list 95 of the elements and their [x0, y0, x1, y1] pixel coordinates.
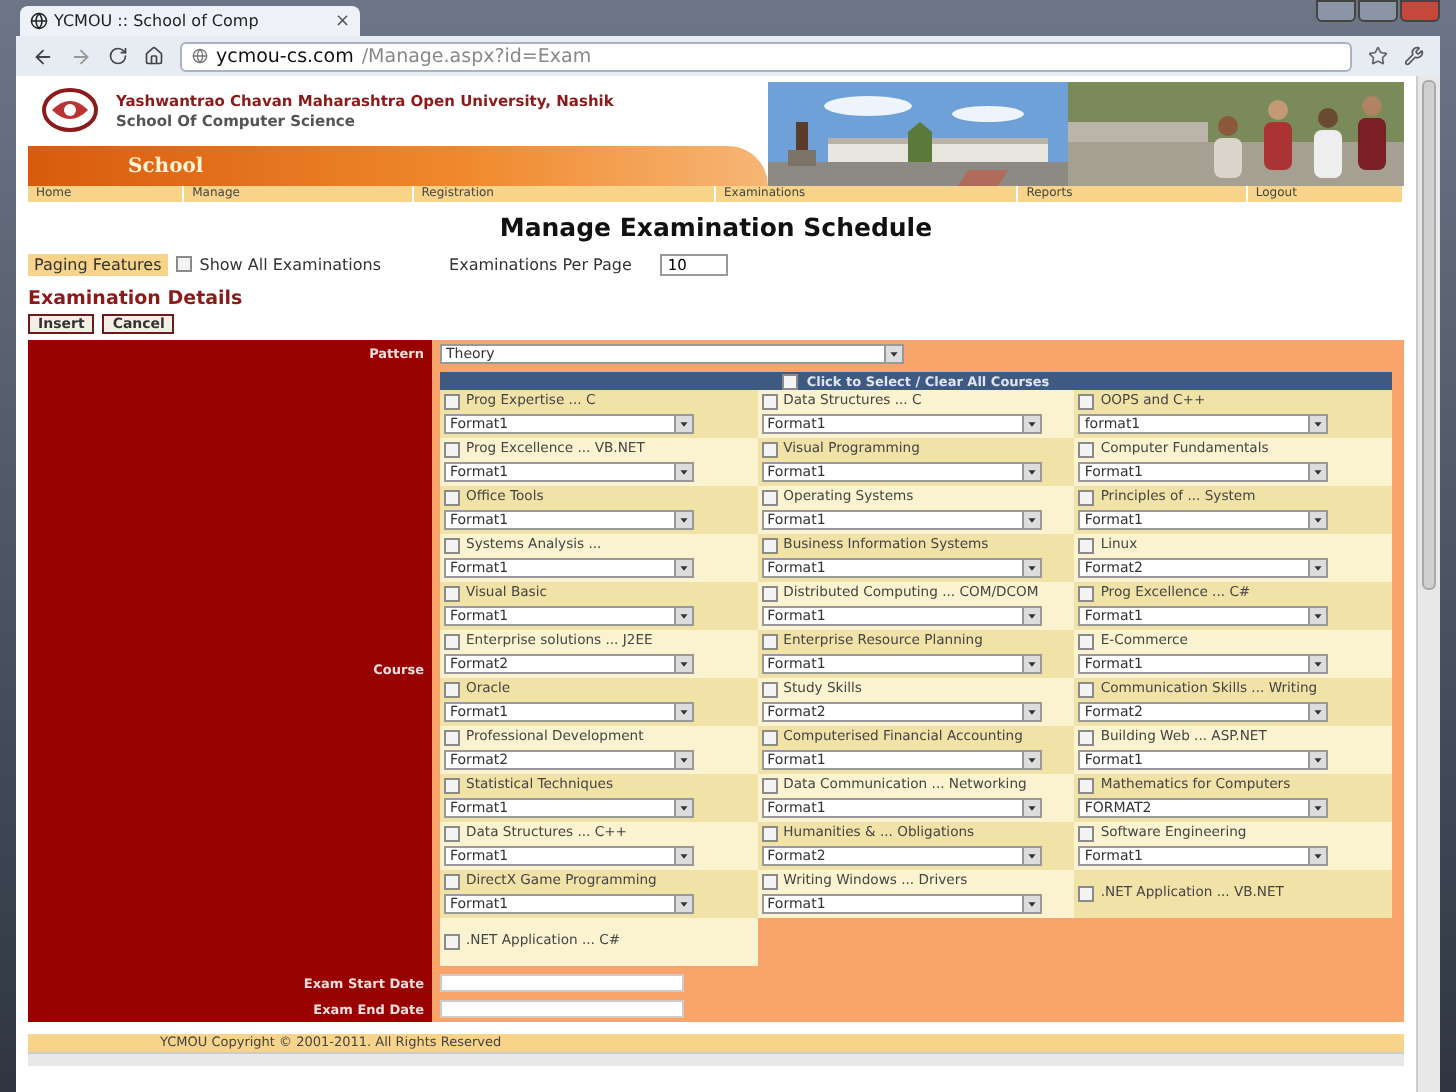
caret-icon	[1021, 464, 1040, 480]
caret-icon	[1308, 848, 1327, 864]
globe-icon	[192, 48, 208, 64]
checkbox[interactable]	[1078, 442, 1095, 458]
caret-icon	[1308, 752, 1327, 768]
checkbox[interactable]	[444, 778, 460, 794]
caret-icon	[674, 704, 692, 720]
caret-icon	[1308, 656, 1327, 672]
checkbox[interactable]	[1078, 394, 1095, 410]
scrollbar[interactable]	[28, 1052, 1404, 1066]
checkbox[interactable]	[782, 373, 799, 389]
caret-icon	[1021, 512, 1040, 528]
caret-icon	[1021, 416, 1040, 432]
checkbox[interactable]	[444, 538, 460, 554]
checkbox[interactable]	[1078, 778, 1095, 794]
page-title: Manage Examination Schedule	[497, 212, 935, 242]
checkbox[interactable]	[761, 634, 778, 650]
paging-label: Paging Features	[28, 253, 168, 275]
checkbox[interactable]	[1078, 490, 1095, 506]
checkbox[interactable]	[444, 826, 460, 842]
scrollbar[interactable]	[1416, 76, 1440, 1092]
caret-icon	[674, 656, 692, 672]
caret-icon	[1308, 416, 1327, 432]
checkbox[interactable]	[444, 586, 460, 602]
caret-icon	[674, 896, 692, 912]
caret-icon	[674, 608, 692, 624]
back-icon[interactable]	[32, 45, 54, 67]
caret-icon	[1021, 608, 1040, 624]
globe-icon	[30, 12, 48, 30]
forward-icon[interactable]	[70, 45, 92, 67]
caret-icon	[1021, 560, 1040, 576]
checkbox[interactable]	[444, 490, 460, 506]
tab-title: YCMOU :: School of Comp	[54, 12, 261, 30]
close-button[interactable]	[1400, 0, 1440, 22]
reload-icon[interactable]	[108, 46, 128, 66]
logo-icon	[40, 88, 100, 136]
caret-icon	[674, 752, 692, 768]
caret-icon	[674, 848, 692, 864]
checkbox[interactable]	[1078, 730, 1095, 746]
caret-icon	[1021, 896, 1040, 912]
browser-tab[interactable]: YCMOU :: School of Comp ×	[20, 6, 360, 36]
checkbox[interactable]	[1078, 538, 1095, 554]
checkbox[interactable]	[1078, 586, 1095, 602]
checkbox[interactable]	[444, 934, 460, 950]
caret-icon	[674, 800, 692, 816]
checkbox[interactable]	[761, 442, 778, 458]
caret-icon	[674, 512, 692, 528]
caret-icon	[1021, 800, 1040, 816]
caret-icon	[884, 346, 902, 362]
caret-icon	[1021, 848, 1040, 864]
checkbox[interactable]	[761, 778, 778, 794]
caret-icon	[674, 464, 692, 480]
minimize-button[interactable]	[1316, 0, 1356, 22]
caret-icon	[1021, 656, 1040, 672]
checkbox[interactable]	[761, 394, 778, 410]
checkbox[interactable]	[444, 442, 460, 458]
date-field[interactable]	[440, 1000, 684, 1018]
caret-icon	[1308, 560, 1327, 576]
section-title: Examination Details	[28, 288, 245, 310]
maximize-button[interactable]	[1358, 0, 1398, 22]
caret-icon	[1308, 704, 1327, 720]
checkbox[interactable]	[444, 874, 460, 890]
caret-icon	[1308, 800, 1327, 816]
checkbox[interactable]	[444, 394, 460, 410]
checkbox[interactable]	[444, 634, 460, 650]
caret-icon	[1308, 464, 1327, 480]
caret-icon	[1021, 704, 1040, 720]
checkbox[interactable]	[761, 586, 778, 602]
wrench-icon[interactable]	[1404, 46, 1424, 66]
banner-label: School	[128, 155, 204, 177]
checkbox[interactable]	[1078, 682, 1095, 698]
checkbox[interactable]	[444, 730, 460, 746]
checkbox[interactable]	[175, 256, 192, 272]
checkbox[interactable]	[761, 682, 778, 698]
caret-icon	[1308, 608, 1327, 624]
caret-icon	[674, 416, 692, 432]
home-icon[interactable]	[144, 46, 164, 66]
address-field[interactable]: ycmou-cs.com /Manage.aspx?id=Exam	[180, 41, 1352, 71]
checkbox[interactable]	[761, 538, 778, 554]
checkbox[interactable]	[1078, 826, 1095, 842]
checkbox[interactable]	[1078, 634, 1095, 650]
checkbox[interactable]	[761, 826, 778, 842]
checkbox-label: Show All Examinations	[199, 255, 382, 273]
checkbox[interactable]	[1078, 886, 1095, 902]
checkbox[interactable]	[761, 874, 778, 890]
caret-icon	[1308, 512, 1327, 528]
checkbox[interactable]	[761, 490, 778, 506]
checkbox[interactable]	[761, 730, 778, 746]
caret-icon	[674, 560, 692, 576]
per-page-label: Examinations Per Page	[449, 255, 632, 273]
star-icon[interactable]	[1368, 46, 1388, 66]
checkbox[interactable]	[444, 682, 460, 698]
date-field[interactable]	[440, 974, 684, 992]
caret-icon	[1021, 752, 1040, 768]
close-icon[interactable]: ×	[334, 11, 350, 31]
